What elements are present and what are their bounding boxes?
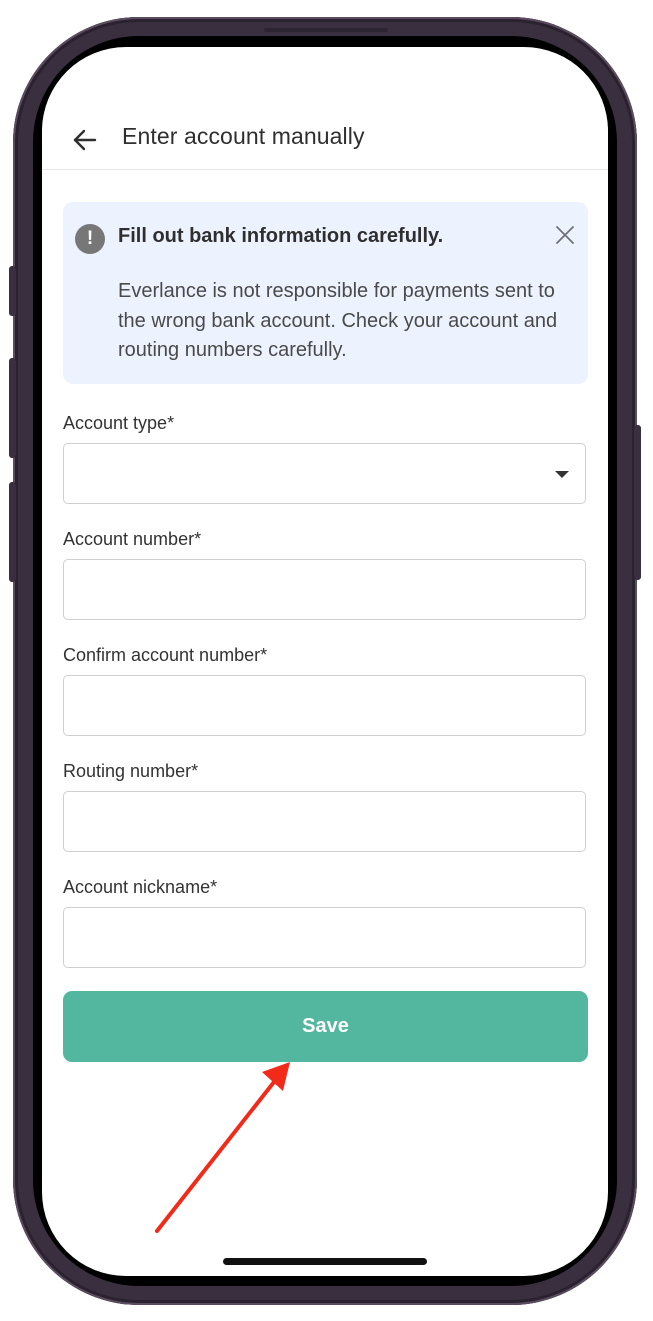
account-type-label: Account type* <box>63 413 175 433</box>
side-button-mute <box>9 266 16 316</box>
routing-number-label: Routing number* <box>63 761 199 781</box>
exclamation-circle-icon: ! <box>75 224 105 254</box>
side-button-volume-down <box>9 482 16 582</box>
account-number-input[interactable] <box>63 559 586 620</box>
save-button[interactable]: Save <box>63 991 588 1062</box>
confirm-account-number-label: Confirm account number* <box>63 645 268 665</box>
caret-down-icon <box>555 471 569 478</box>
routing-number-input[interactable] <box>63 791 586 852</box>
account-number-label: Account number* <box>63 529 202 549</box>
account-nickname-label: Account nickname* <box>63 877 218 897</box>
warning-banner: ! Fill out bank information carefully. E… <box>63 202 588 384</box>
home-indicator <box>223 1258 427 1265</box>
speaker-grille <box>264 28 388 32</box>
side-button-power <box>634 425 641 580</box>
arrow-left-icon[interactable] <box>72 127 98 153</box>
confirm-account-number-input[interactable] <box>63 675 586 736</box>
account-nickname-input[interactable] <box>63 907 586 968</box>
top-app-bar: Enter account manually <box>42 47 608 170</box>
side-button-volume-up <box>9 358 16 458</box>
warning-title: Fill out bank information carefully. <box>118 225 444 247</box>
app-screen: Enter account manually ! Fill out bank i… <box>42 47 608 1276</box>
account-type-select[interactable] <box>63 443 586 504</box>
warning-body: Everlance is not responsible for payment… <box>118 280 558 361</box>
page-title: Enter account manually <box>122 123 365 149</box>
close-icon[interactable] <box>554 224 576 246</box>
